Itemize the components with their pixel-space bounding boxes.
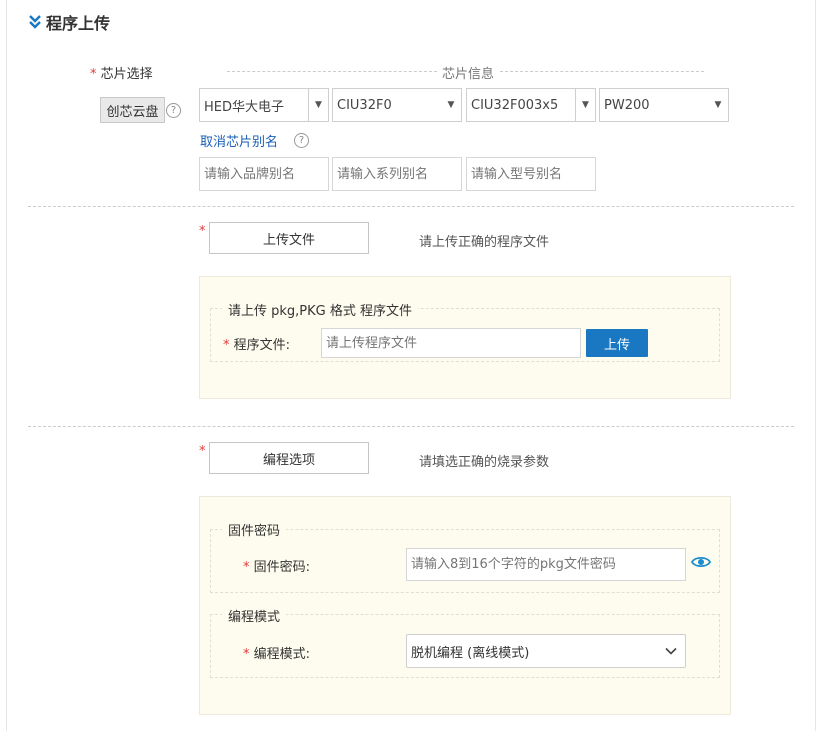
cloud-help-icon[interactable]: ?: [166, 103, 181, 118]
info-divider-left: [227, 71, 437, 72]
model-select[interactable]: CIU32F003x5 ▼: [466, 88, 596, 122]
firmware-password-input[interactable]: [406, 548, 686, 581]
program-file-label-text: 程序文件:: [233, 338, 291, 353]
required-mark: *: [243, 647, 250, 662]
upload-hint: 请上传正确的程序文件: [419, 235, 550, 250]
brand-select-value: HED华大电子: [204, 99, 284, 115]
firmware-legend: 固件密码: [222, 520, 287, 539]
chevron-down-icon: ▼: [714, 100, 722, 110]
required-mark: *: [199, 224, 206, 239]
section-divider: [28, 206, 794, 207]
programming-mode-select[interactable]: 脱机编程 (离线模式): [406, 634, 686, 668]
chevron-down-icon: ▼: [447, 100, 455, 110]
double-chevron-down-icon[interactable]: [28, 14, 42, 30]
mode-legend: 编程模式: [222, 606, 287, 625]
section-title: 程序上传: [46, 14, 111, 33]
chevron-down-icon: ▼: [575, 89, 595, 121]
required-mark: *: [243, 560, 250, 575]
program-file-input[interactable]: [321, 328, 581, 358]
programming-mode-value: 脱机编程 (离线模式): [411, 645, 530, 661]
upload-legend: 请上传 pkg,PKG 格式 程序文件: [222, 300, 418, 319]
upload-file-tab-button[interactable]: 上传文件: [209, 222, 369, 254]
upload-panel: 请上传 pkg,PKG 格式 程序文件 * 程序文件: 上传: [199, 276, 731, 399]
programming-options-tab-button[interactable]: 编程选项: [209, 442, 369, 474]
series-alias-input[interactable]: [332, 157, 462, 191]
programming-mode-label: * 编程模式:: [243, 643, 310, 662]
programming-mode-label-text: 编程模式:: [253, 647, 311, 662]
series-select-value: CIU32F0: [337, 97, 392, 113]
cancel-chip-alias-link[interactable]: 取消芯片别名: [200, 131, 278, 150]
chip-select-label: * 芯片选择: [90, 63, 153, 82]
firmware-password-label-text: 固件密码:: [253, 560, 311, 575]
chevron-down-icon: [665, 647, 677, 655]
required-mark: *: [90, 67, 97, 82]
options-hint: 请填选正确的烧录参数: [419, 455, 550, 470]
chevron-down-icon: ▼: [308, 89, 328, 121]
chip-select-label-text: 芯片选择: [100, 67, 153, 82]
series-select[interactable]: CIU32F0 ▼: [332, 88, 462, 122]
alias-help-icon[interactable]: ?: [294, 133, 309, 148]
package-select-value: PW200: [604, 97, 650, 113]
package-select[interactable]: PW200 ▼: [599, 88, 729, 122]
program-file-label: * 程序文件:: [223, 334, 290, 353]
brand-alias-input[interactable]: [199, 157, 329, 191]
upload-button[interactable]: 上传: [586, 329, 648, 357]
section-divider: [28, 426, 794, 427]
options-panel: 固件密码 * 固件密码: 编程模式 * 编程模式: 脱机编程 (离线模式): [199, 496, 731, 715]
chip-info-title: 芯片信息: [442, 67, 495, 82]
required-mark: *: [223, 338, 230, 353]
model-select-value: CIU32F003x5: [471, 97, 559, 113]
model-alias-input[interactable]: [466, 157, 596, 191]
info-divider-right: [500, 71, 704, 72]
section-header[interactable]: 程序上传: [28, 10, 110, 34]
firmware-password-label: * 固件密码:: [243, 556, 310, 575]
cloud-drive-button[interactable]: 创芯云盘: [100, 97, 165, 123]
required-mark: *: [199, 444, 206, 459]
eye-icon[interactable]: [691, 555, 711, 569]
brand-select[interactable]: HED华大电子 ▼: [199, 88, 329, 122]
